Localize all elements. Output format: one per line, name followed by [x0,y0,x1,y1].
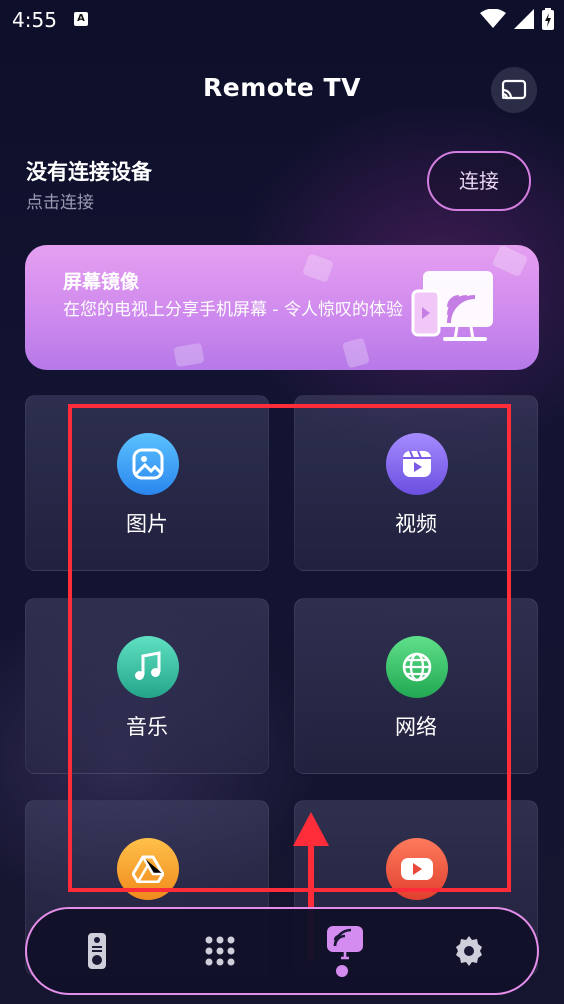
banner-title: 屏幕镜像 [63,271,140,293]
nav-keypad[interactable] [200,931,240,971]
cast-icon [501,79,527,100]
screen-mirror-icon [411,271,493,341]
signal-icon [514,9,534,29]
connection-status-title: 没有连接设备 [26,160,152,184]
banner-description: 在您的电视上分享手机屏幕 - 令人惊叹的体验 [63,300,403,320]
bottom-nav [25,907,539,995]
notification-icon: A [74,12,88,26]
page-title: Remote TV [203,73,361,102]
connect-button[interactable]: 连接 [427,151,531,211]
nav-remote[interactable] [77,931,117,971]
nav-screen-cast[interactable] [325,923,365,963]
screen-mirroring-banner[interactable]: 屏幕镜像 在您的电视上分享手机屏幕 - 令人惊叹的体验 [25,245,539,370]
screen-cast-icon [327,926,363,960]
wifi-icon [480,9,506,28]
settings-icon [456,936,482,966]
status-icons [480,8,554,30]
battery-icon [542,8,554,30]
nav-settings[interactable] [449,931,489,971]
status-time: 4:55 [12,8,57,32]
remote-icon [88,933,106,969]
status-bar: 4:55 A [0,0,564,40]
keypad-icon [205,936,235,966]
cast-button[interactable] [491,67,537,113]
connection-status-subtitle[interactable]: 点击连接 [26,188,94,213]
active-nav-indicator [336,965,348,977]
